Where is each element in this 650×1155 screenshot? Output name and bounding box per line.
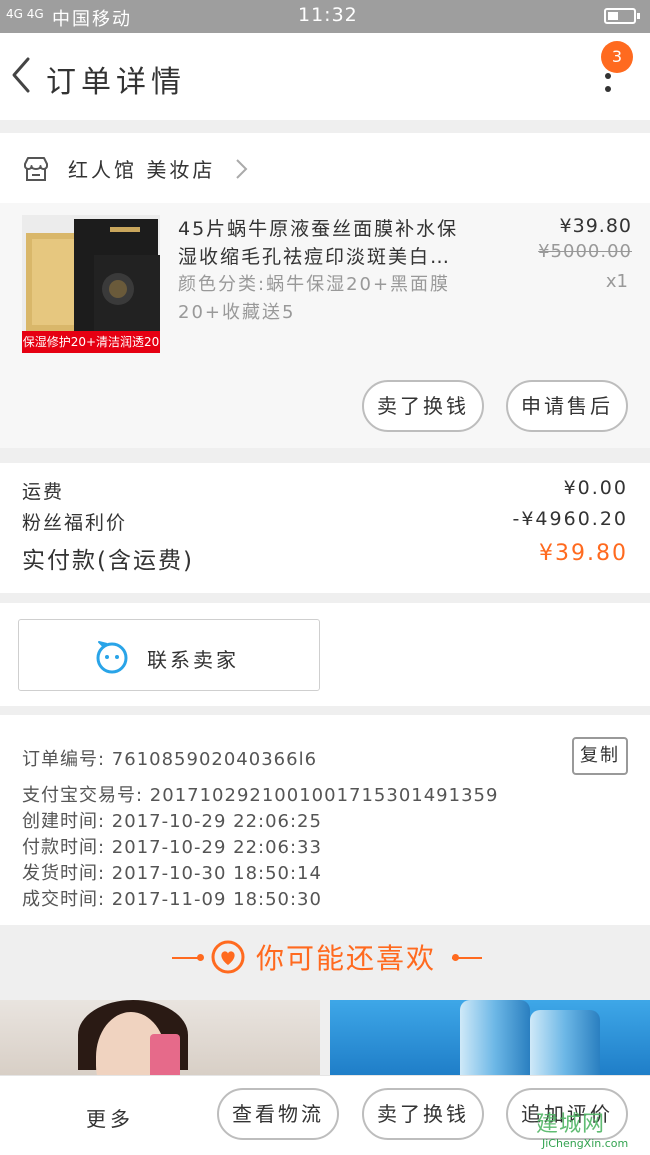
chevron-right-icon bbox=[236, 159, 248, 179]
recommend-header: 你可能还喜欢 bbox=[0, 925, 650, 1000]
product-bottle bbox=[530, 1010, 600, 1075]
original-price: ¥5000.00 bbox=[538, 241, 632, 262]
order-number: 订单编号: 761085902040366l6 bbox=[22, 749, 318, 770]
model-phone bbox=[150, 1034, 180, 1075]
alipay-trade-no: 支付宝交易号: 2017102921001001715301491359 bbox=[22, 785, 499, 806]
total-label: 实付款(含运费) bbox=[22, 548, 194, 574]
contact-section: 联系卖家 bbox=[0, 603, 650, 706]
store-name: 红人馆 美妆店 bbox=[68, 158, 216, 182]
product-variant: 颜色分类:蜗牛保湿20+黑面膜20+收藏送5 bbox=[178, 274, 451, 323]
fee-summary: 运费 ¥0.00 粉丝福利价 -¥4960.20 实付款(含运费) ¥39.80 bbox=[0, 463, 650, 593]
product-card[interactable]: 保湿修护20+清洁润透20 45片蜗牛原液蚕丝面膜补水保湿收缩毛孔祛痘印淡斑美白… bbox=[0, 203, 650, 448]
bottom-action-bar: 更多 查看物流 卖了换钱 追加评价 建城网 JiChengXin.com bbox=[0, 1075, 650, 1155]
fee-label: 运费 bbox=[22, 481, 65, 503]
fee-row-shipping: 运费 ¥0.00 bbox=[22, 477, 628, 504]
page-title: 订单详情 bbox=[46, 65, 186, 100]
product-title[interactable]: 45片蜗牛原液蚕丝面膜补水保湿收缩毛孔祛痘印淡斑美白… bbox=[178, 215, 478, 271]
watermark-logo: 建城网 bbox=[536, 1112, 606, 1137]
product-bottle bbox=[460, 1000, 530, 1075]
chat-bubble-icon bbox=[96, 641, 128, 674]
fee-row-total: 实付款(含运费) ¥39.80 bbox=[22, 541, 628, 575]
total-value: ¥39.80 bbox=[539, 541, 628, 566]
watermark-url: JiChengXin.com bbox=[542, 1137, 629, 1150]
fee-value: ¥0.00 bbox=[563, 477, 628, 499]
recommend-title: 你可能还喜欢 bbox=[256, 942, 437, 975]
resell-button[interactable]: 卖了换钱 bbox=[362, 380, 484, 432]
resell-bottom-button[interactable]: 卖了换钱 bbox=[362, 1088, 484, 1140]
product-quantity: x1 bbox=[605, 271, 628, 292]
view-logistics-button[interactable]: 查看物流 bbox=[217, 1088, 339, 1140]
created-time: 创建时间: 2017-10-29 22:06:25 bbox=[22, 811, 322, 832]
product-thumbnail[interactable]: 保湿修护20+清洁润透20 bbox=[22, 215, 160, 353]
signal-indicator: 4G 4G bbox=[6, 7, 44, 21]
carrier-name: 中国移动 bbox=[52, 9, 132, 30]
copy-button[interactable]: 复制 bbox=[572, 737, 628, 775]
notification-badge: 3 bbox=[601, 41, 633, 73]
recommend-item-image-1[interactable] bbox=[0, 1000, 320, 1075]
divider-dot-right bbox=[452, 954, 459, 961]
back-arrow-icon[interactable] bbox=[8, 55, 38, 95]
recommend-item-image-2[interactable] bbox=[330, 1000, 650, 1075]
clock: 11:32 bbox=[298, 4, 358, 26]
fee-label: 粉丝福利价 bbox=[22, 512, 128, 534]
more-button[interactable]: 更多 bbox=[86, 1103, 134, 1132]
status-bar: 4G 4G 中国移动 11:32 bbox=[0, 0, 650, 33]
after-sales-button[interactable]: 申请售后 bbox=[506, 380, 628, 432]
nav-bar: 订单详情 3 bbox=[0, 33, 650, 120]
order-info: 订单编号: 761085902040366l6 复制 支付宝交易号: 20171… bbox=[0, 715, 650, 925]
fee-value: -¥4960.20 bbox=[512, 508, 628, 530]
contact-seller-button[interactable]: 联系卖家 bbox=[18, 619, 320, 691]
shop-icon bbox=[24, 157, 48, 181]
thumbnail-ribbon: 保湿修护20+清洁润透20 bbox=[22, 331, 160, 353]
store-row[interactable]: 红人馆 美妆店 bbox=[0, 133, 650, 203]
product-price: ¥39.80 bbox=[559, 215, 632, 237]
facemask-product-image bbox=[22, 215, 160, 331]
completed-time: 成交时间: 2017-11-09 18:50:30 bbox=[22, 889, 322, 910]
divider-dot-left bbox=[197, 954, 204, 961]
paid-time: 付款时间: 2017-10-29 22:06:33 bbox=[22, 837, 322, 858]
heart-icon bbox=[211, 940, 245, 974]
battery-icon bbox=[604, 8, 640, 24]
fee-row-fan-discount: 粉丝福利价 -¥4960.20 bbox=[22, 508, 628, 535]
site-watermark: 建城网 JiChengXin.com bbox=[530, 1106, 648, 1152]
contact-seller-label: 联系卖家 bbox=[147, 648, 239, 672]
shipped-time: 发货时间: 2017-10-30 18:50:14 bbox=[22, 863, 322, 884]
